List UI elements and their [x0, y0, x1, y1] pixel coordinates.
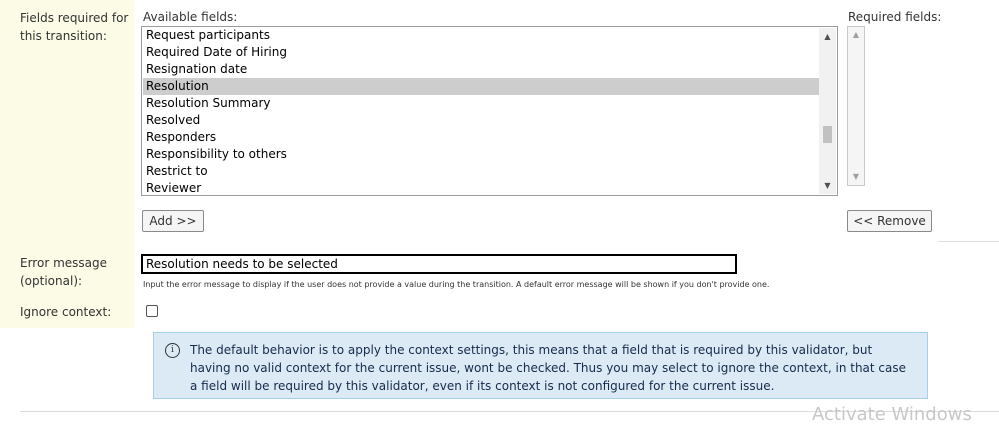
list-item[interactable]: Restrict to — [143, 163, 820, 180]
info-icon: i — [165, 343, 180, 358]
list-item[interactable]: Resolution Summary — [143, 95, 820, 112]
list-item[interactable]: Resignation date — [143, 61, 820, 78]
error-message-help: Input the error message to display if th… — [143, 280, 770, 289]
scroll-down-arrow-icon[interactable]: ▼ — [819, 177, 836, 194]
ignore-context-label: Ignore context: — [20, 305, 112, 319]
list-item[interactable]: Responsibility to others — [143, 146, 820, 163]
list-item[interactable]: Required Date of Hiring — [143, 44, 820, 61]
scroll-down-arrow-icon[interactable]: ▼ — [848, 169, 864, 185]
info-text: The default behavior is to apply the con… — [190, 343, 907, 393]
list-item[interactable]: Responders — [143, 129, 820, 146]
available-fields-title: Available fields: — [143, 10, 238, 24]
fields-required-label: Fields required for this transition: — [20, 11, 129, 43]
error-message-input[interactable] — [141, 254, 737, 274]
error-message-label: Error message (optional): — [20, 256, 107, 288]
info-panel: i The default behavior is to apply the c… — [153, 332, 928, 399]
scroll-up-arrow-icon[interactable]: ▲ — [819, 28, 836, 45]
activate-windows-watermark: Activate Windows — [812, 404, 972, 425]
add-button[interactable]: Add >> — [142, 210, 204, 232]
list-item[interactable]: Request participants — [143, 27, 820, 44]
scrollbar-thumb[interactable] — [823, 126, 832, 143]
scroll-up-arrow-icon[interactable]: ▲ — [848, 27, 864, 43]
required-fields-list[interactable]: ▲ ▼ — [847, 26, 865, 186]
list-item[interactable]: Resolved — [143, 112, 820, 129]
ignore-context-checkbox[interactable] — [146, 305, 158, 317]
divider — [938, 241, 999, 242]
list-item-selected[interactable]: Resolution — [143, 78, 820, 95]
available-list-scrollbar[interactable]: ▲ ▼ — [819, 28, 836, 194]
required-fields-title: Required fields: — [848, 10, 942, 24]
remove-button[interactable]: << Remove — [847, 210, 932, 232]
available-fields-list[interactable]: Request participants Required Date of Hi… — [141, 26, 838, 196]
list-item[interactable]: Reviewer — [143, 180, 820, 195]
